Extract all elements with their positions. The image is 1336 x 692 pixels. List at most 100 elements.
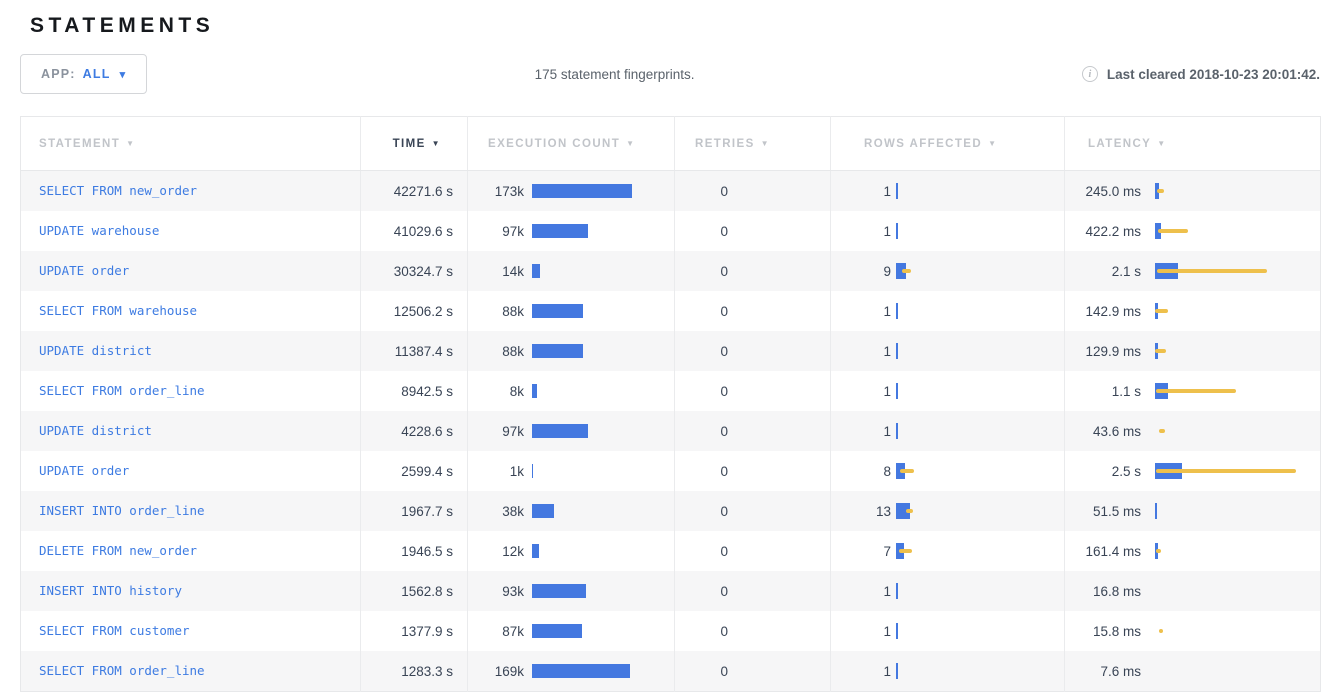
- statement-cell: SELECT FROM customer: [21, 611, 361, 651]
- statement-cell: INSERT INTO order_line: [21, 491, 361, 531]
- latency-value: 129.9 ms: [1065, 344, 1141, 359]
- column-header-execution-count[interactable]: EXECUTION COUNT▼: [468, 117, 675, 171]
- retries-value: 0: [675, 384, 728, 399]
- rows-affected-mean-bar: [896, 383, 898, 399]
- latency-cell: 51.5 ms: [1065, 491, 1321, 531]
- column-header-retries[interactable]: RETRIES▼: [675, 117, 831, 171]
- execution-count-cell: 88k: [468, 291, 675, 331]
- statement-link[interactable]: SELECT FROM warehouse: [39, 303, 197, 318]
- time-cell: 2599.4 s: [361, 451, 468, 491]
- statement-link[interactable]: UPDATE warehouse: [39, 223, 159, 238]
- latency-value: 2.5 s: [1065, 464, 1141, 479]
- statement-cell: INSERT INTO history: [21, 571, 361, 611]
- statement-cell: SELECT FROM new_order: [21, 171, 361, 212]
- table-row: SELECT FROM warehouse 12506.2 s 88k 0 1: [21, 291, 1321, 331]
- statement-link[interactable]: SELECT FROM new_order: [39, 183, 197, 198]
- execution-count-bar: [532, 544, 539, 558]
- latency-stddev-bar: [1155, 349, 1166, 353]
- latency-cell: 1.1 s: [1065, 371, 1321, 411]
- execution-count-value: 97k: [468, 424, 524, 439]
- chevron-down-icon: ▾: [120, 68, 127, 81]
- rows-affected-value: 1: [831, 424, 891, 439]
- statement-link[interactable]: UPDATE district: [39, 423, 152, 438]
- rows-affected-stddev-bar: [899, 549, 912, 553]
- execution-count-bar: [532, 504, 554, 518]
- statements-table: STATEMENT▼ TIME▼ EXECUTION COUNT▼ RETRIE…: [20, 116, 1321, 692]
- execution-count-cell: 173k: [468, 171, 675, 212]
- table-row: UPDATE warehouse 41029.6 s 97k 0 1: [21, 211, 1321, 251]
- execution-count-bar: [532, 224, 588, 238]
- retries-value: 0: [675, 424, 728, 439]
- column-header-statement[interactable]: STATEMENT▼: [21, 117, 361, 171]
- column-header-rows-affected[interactable]: ROWS AFFECTED▼: [831, 117, 1065, 171]
- rows-affected-value: 1: [831, 184, 891, 199]
- latency-cell: 43.6 ms: [1065, 411, 1321, 451]
- sort-desc-icon: ▼: [432, 139, 441, 148]
- rows-affected-mean-bar: [896, 343, 898, 359]
- rows-affected-value: 1: [831, 384, 891, 399]
- statement-link[interactable]: SELECT FROM order_line: [39, 383, 205, 398]
- statement-link[interactable]: INSERT INTO history: [39, 583, 182, 598]
- rows-affected-stddev-bar: [900, 469, 914, 473]
- retries-value: 0: [675, 224, 728, 239]
- statement-link[interactable]: SELECT FROM order_line: [39, 663, 205, 678]
- rows-affected-cell: 1: [831, 611, 1065, 651]
- rows-affected-mean-bar: [896, 623, 898, 639]
- retries-cell: 0: [675, 451, 831, 491]
- execution-count-value: 88k: [468, 344, 524, 359]
- latency-cell: 245.0 ms: [1065, 171, 1321, 212]
- column-header-time[interactable]: TIME▼: [361, 117, 468, 171]
- rows-affected-value: 1: [831, 224, 891, 239]
- statement-link[interactable]: SELECT FROM customer: [39, 623, 190, 638]
- page-title: STATEMENTS: [30, 14, 1336, 38]
- statement-link[interactable]: UPDATE district: [39, 343, 152, 358]
- retries-cell: 0: [675, 571, 831, 611]
- sort-desc-icon: ▼: [126, 139, 135, 148]
- statement-link[interactable]: DELETE FROM new_order: [39, 543, 197, 558]
- retries-cell: 0: [675, 531, 831, 571]
- time-cell: 1946.5 s: [361, 531, 468, 571]
- table-body: SELECT FROM new_order 42271.6 s 173k 0 1: [21, 171, 1321, 692]
- info-icon[interactable]: i: [1082, 66, 1098, 82]
- rows-affected-value: 9: [831, 264, 891, 279]
- time-cell: 11387.4 s: [361, 331, 468, 371]
- rows-affected-cell: 1: [831, 571, 1065, 611]
- latency-cell: 142.9 ms: [1065, 291, 1321, 331]
- retries-value: 0: [675, 664, 728, 679]
- time-cell: 8942.5 s: [361, 371, 468, 411]
- execution-count-value: 97k: [468, 224, 524, 239]
- statement-link[interactable]: INSERT INTO order_line: [39, 503, 205, 518]
- table-header-row: STATEMENT▼ TIME▼ EXECUTION COUNT▼ RETRIE…: [21, 117, 1321, 171]
- rows-affected-cell: 1: [831, 211, 1065, 251]
- retries-cell: 0: [675, 491, 831, 531]
- retries-cell: 0: [675, 411, 831, 451]
- retries-value: 0: [675, 624, 728, 639]
- time-cell: 1562.8 s: [361, 571, 468, 611]
- table-row: SELECT FROM new_order 42271.6 s 173k 0 1: [21, 171, 1321, 212]
- app-filter-dropdown[interactable]: APP: ALL ▾: [20, 54, 147, 94]
- execution-count-bar: [532, 384, 537, 398]
- sort-desc-icon: ▼: [626, 139, 635, 148]
- execution-count-bar: [532, 304, 583, 318]
- column-header-latency[interactable]: LATENCY▼: [1065, 117, 1321, 171]
- execution-count-cell: 14k: [468, 251, 675, 291]
- rows-affected-cell: 8: [831, 451, 1065, 491]
- rows-affected-cell: 1: [831, 371, 1065, 411]
- execution-count-bar: [532, 584, 586, 598]
- latency-value: 422.2 ms: [1065, 224, 1141, 239]
- retries-value: 0: [675, 464, 728, 479]
- last-cleared: i Last cleared 2018-10-23 20:01:42.: [1082, 66, 1320, 82]
- latency-cell: 161.4 ms: [1065, 531, 1321, 571]
- rows-affected-value: 1: [831, 584, 891, 599]
- statement-link[interactable]: UPDATE order: [39, 263, 129, 278]
- rows-affected-cell: 7: [831, 531, 1065, 571]
- latency-mean-bar: [1155, 503, 1157, 519]
- table-row: SELECT FROM order_line 1283.3 s 169k 0 1: [21, 651, 1321, 692]
- latency-stddev-bar: [1159, 629, 1163, 633]
- last-cleared-text: Last cleared 2018-10-23 20:01:42.: [1107, 67, 1320, 82]
- time-cell: 1377.9 s: [361, 611, 468, 651]
- latency-value: 7.6 ms: [1065, 664, 1141, 679]
- rows-affected-mean-bar: [896, 183, 898, 199]
- statement-link[interactable]: UPDATE order: [39, 463, 129, 478]
- sort-desc-icon: ▼: [761, 139, 770, 148]
